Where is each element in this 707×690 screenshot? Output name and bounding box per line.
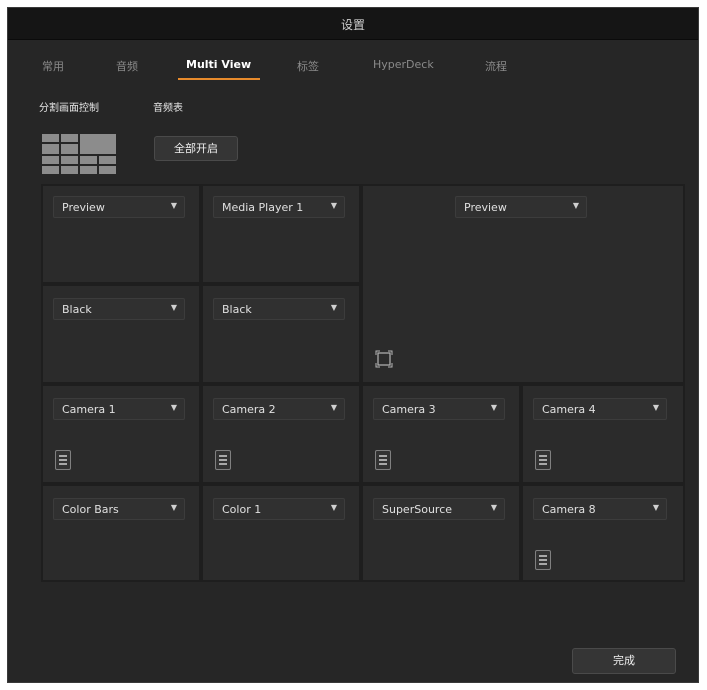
view-window-1: Preview ▼ [43,186,199,282]
swap-layout-icon[interactable] [375,350,393,368]
tab-multi-view[interactable]: Multi View [186,58,251,71]
view-11-source-dropdown[interactable]: SuperSource ▼ [373,498,505,520]
view-window-6: Camera 2 ▼ [203,386,359,482]
view-window-11: SuperSource ▼ [363,486,519,580]
view-8-source-value: Camera 4 [542,403,596,416]
view-2-source-value: Media Player 1 [222,201,304,214]
view-9-source-dropdown[interactable]: Color Bars ▼ [53,498,185,520]
chevron-down-icon: ▼ [170,303,177,312]
view-6-source-dropdown[interactable]: Camera 2 ▼ [213,398,345,420]
view-window-2: Media Player 1 ▼ [203,186,359,282]
audio-meters-label: 音频表 [153,103,183,114]
tab-hyperdeck[interactable]: HyperDeck [373,58,434,71]
view-5-source-dropdown[interactable]: Camera 1 ▼ [53,398,185,420]
quad-layout-icon[interactable] [42,134,116,174]
view-10-source-dropdown[interactable]: Color 1 ▼ [213,498,345,520]
large-view-source-dropdown[interactable]: Preview ▼ [455,196,587,218]
tab-general[interactable]: 常用 [42,58,64,74]
multiview-grid: Preview ▼ Media Player 1 ▼ Black ▼ Black… [41,184,685,582]
chevron-down-icon: ▼ [652,403,659,412]
view-7-source-value: Camera 3 [382,403,436,416]
settings-window: 设置 常用 音频 Multi View 标签 HyperDeck 流程 分割画面… [7,7,699,683]
tab-flow[interactable]: 流程 [485,58,507,74]
chevron-down-icon: ▼ [170,503,177,512]
view-window-4: Black ▼ [203,286,359,382]
view-window-9: Color Bars ▼ [43,486,199,580]
view-3-source-dropdown[interactable]: Black ▼ [53,298,185,320]
title-bar: 设置 [8,8,698,40]
tab-bar: 常用 音频 Multi View 标签 HyperDeck 流程 [8,46,698,86]
view-12-source-value: Camera 8 [542,503,596,516]
audio-meter-icon[interactable] [535,550,551,570]
view-1-source-dropdown[interactable]: Preview ▼ [53,196,185,218]
chevron-down-icon: ▼ [170,403,177,412]
tab-audio[interactable]: 音频 [116,58,138,74]
view-6-source-value: Camera 2 [222,403,276,416]
view-window-12: Camera 8 ▼ [523,486,683,580]
view-3-source-value: Black [62,303,92,316]
audio-meter-icon[interactable] [55,450,71,470]
view-window-10: Color 1 ▼ [203,486,359,580]
view-1-source-value: Preview [62,201,105,214]
view-window-3: Black ▼ [43,286,199,382]
view-window-large: Preview ▼ [363,186,683,382]
view-2-source-dropdown[interactable]: Media Player 1 ▼ [213,196,345,218]
tab-labels[interactable]: 标签 [297,58,319,74]
view-4-source-dropdown[interactable]: Black ▼ [213,298,345,320]
chevron-down-icon: ▼ [170,201,177,210]
view-window-7: Camera 3 ▼ [363,386,519,482]
view-9-source-value: Color Bars [62,503,119,516]
chevron-down-icon: ▼ [330,303,337,312]
done-button[interactable]: 完成 [572,648,676,674]
view-12-source-dropdown[interactable]: Camera 8 ▼ [533,498,667,520]
chevron-down-icon: ▼ [572,201,579,210]
window-title: 设置 [340,18,365,32]
active-tab-indicator [178,78,260,80]
chevron-down-icon: ▼ [330,403,337,412]
layout-control-label: 分割画面控制 [39,103,99,114]
view-window-5: Camera 1 ▼ [43,386,199,482]
view-5-source-value: Camera 1 [62,403,116,416]
audio-meter-icon[interactable] [375,450,391,470]
audio-meter-icon[interactable] [215,450,231,470]
view-window-8: Camera 4 ▼ [523,386,683,482]
large-view-source-value: Preview [464,201,507,214]
view-11-source-value: SuperSource [382,503,453,516]
view-7-source-dropdown[interactable]: Camera 3 ▼ [373,398,505,420]
all-on-button[interactable]: 全部开启 [154,136,238,161]
chevron-down-icon: ▼ [490,403,497,412]
view-8-source-dropdown[interactable]: Camera 4 ▼ [533,398,667,420]
view-4-source-value: Black [222,303,252,316]
chevron-down-icon: ▼ [652,503,659,512]
chevron-down-icon: ▼ [330,503,337,512]
chevron-down-icon: ▼ [330,201,337,210]
audio-meter-icon[interactable] [535,450,551,470]
chevron-down-icon: ▼ [490,503,497,512]
view-10-source-value: Color 1 [222,503,262,516]
